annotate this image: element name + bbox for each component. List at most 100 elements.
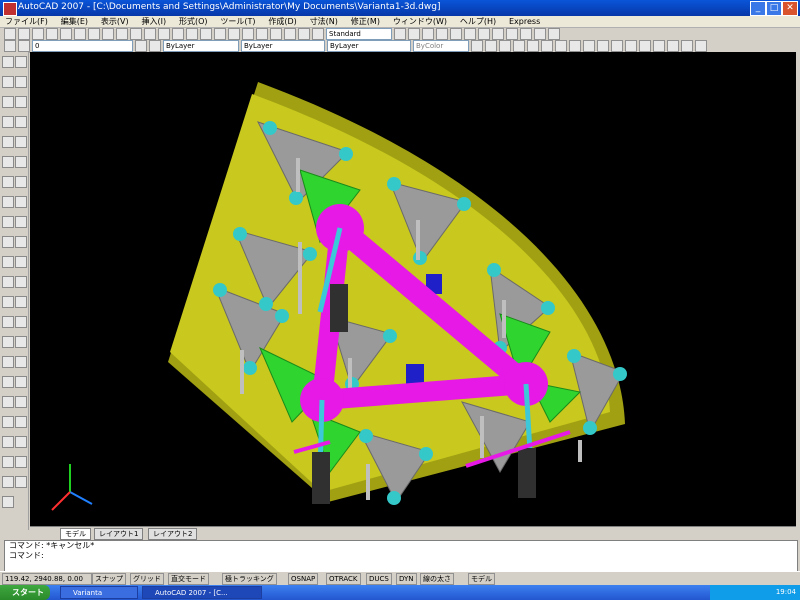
- properties-icon[interactable]: [228, 28, 240, 40]
- menu-dimension[interactable]: 寸法(N): [305, 16, 343, 27]
- view-back-icon[interactable]: [492, 28, 504, 40]
- pan-icon[interactable]: [172, 28, 184, 40]
- list-icon[interactable]: [2, 436, 14, 448]
- zoom-window-icon[interactable]: [200, 28, 212, 40]
- ellipse-icon[interactable]: [15, 136, 27, 148]
- line-icon[interactable]: [2, 56, 14, 68]
- undo-icon[interactable]: [144, 28, 156, 40]
- sheet-set-icon[interactable]: [270, 28, 282, 40]
- multiline-text-icon[interactable]: [2, 236, 14, 248]
- menu-tools[interactable]: ツール(T): [215, 16, 260, 27]
- ucs-previous-icon[interactable]: [499, 40, 511, 52]
- view-front-icon[interactable]: [478, 28, 490, 40]
- hatch-icon[interactable]: [2, 196, 14, 208]
- table-icon[interactable]: [15, 216, 27, 228]
- stretch-icon[interactable]: [15, 316, 27, 328]
- layer-previous-icon[interactable]: [149, 40, 161, 52]
- menu-file[interactable]: ファイル(F): [0, 16, 53, 27]
- area-icon[interactable]: [15, 416, 27, 428]
- print-icon[interactable]: [46, 28, 58, 40]
- circle-icon[interactable]: [2, 116, 14, 128]
- array-icon[interactable]: [15, 276, 27, 288]
- close-button[interactable]: ✕: [782, 1, 798, 16]
- design-center-icon[interactable]: [242, 28, 254, 40]
- status-dyn[interactable]: DYN: [396, 573, 417, 585]
- scale-icon[interactable]: [2, 316, 14, 328]
- dimension-style-icon[interactable]: [394, 28, 406, 40]
- ucs-y-icon[interactable]: [611, 40, 623, 52]
- arc-icon[interactable]: [15, 96, 27, 108]
- view-nw-iso-icon[interactable]: [548, 28, 560, 40]
- view-sw-iso-icon[interactable]: [506, 28, 518, 40]
- drawing-viewport[interactable]: [30, 52, 796, 526]
- layer-dropdown[interactable]: 0: [32, 40, 133, 52]
- view-se-iso-icon[interactable]: [520, 28, 532, 40]
- insert-block-icon[interactable]: [15, 156, 27, 168]
- move-icon[interactable]: [2, 296, 14, 308]
- tab-layout2[interactable]: レイアウト2: [148, 528, 198, 540]
- status-osnap[interactable]: OSNAP: [288, 573, 319, 585]
- ucs-origin-icon[interactable]: [555, 40, 567, 52]
- table-style-icon[interactable]: [408, 28, 420, 40]
- shade-2d-icon[interactable]: [639, 40, 651, 52]
- ucs-3point-icon[interactable]: [583, 40, 595, 52]
- lineweight-dropdown[interactable]: ByLayer: [327, 40, 411, 52]
- tool-palettes-icon[interactable]: [256, 28, 268, 40]
- trim-icon[interactable]: [2, 336, 14, 348]
- dim-linear-icon[interactable]: [2, 476, 14, 488]
- break-at-point-icon[interactable]: [2, 356, 14, 368]
- match-properties-icon[interactable]: [130, 28, 142, 40]
- calculator-icon[interactable]: [298, 28, 310, 40]
- autocad-app-icon[interactable]: [3, 2, 17, 16]
- ucs-view-icon[interactable]: [541, 40, 553, 52]
- menu-help[interactable]: ヘルプ(H): [455, 16, 501, 27]
- linetype-dropdown[interactable]: ByLayer: [241, 40, 325, 52]
- minimize-button[interactable]: _: [750, 1, 766, 16]
- region-icon[interactable]: [2, 216, 14, 228]
- shade-flat-icon[interactable]: [681, 40, 693, 52]
- paste-icon[interactable]: [116, 28, 128, 40]
- help-icon[interactable]: [312, 28, 324, 40]
- break-icon[interactable]: [15, 356, 27, 368]
- view-ne-iso-icon[interactable]: [534, 28, 546, 40]
- dim-aligned-icon[interactable]: [15, 476, 27, 488]
- make-block-icon[interactable]: [2, 176, 14, 188]
- command-prompt[interactable]: コマンド:: [5, 551, 797, 561]
- taskbar-item-autocad[interactable]: AutoCAD 2007 - [C...: [142, 586, 262, 599]
- rectangle-icon[interactable]: [2, 96, 14, 108]
- menu-window[interactable]: ウィンドウ(W): [388, 16, 452, 27]
- rotate-icon[interactable]: [15, 296, 27, 308]
- menu-modify[interactable]: 修正(M): [346, 16, 385, 27]
- print-preview-icon[interactable]: [60, 28, 72, 40]
- menu-format[interactable]: 形式(O): [174, 16, 213, 27]
- cut-icon[interactable]: [88, 28, 100, 40]
- view-right-icon[interactable]: [464, 28, 476, 40]
- polyline-icon[interactable]: [2, 76, 14, 88]
- polygon-icon[interactable]: [15, 76, 27, 88]
- extend-icon[interactable]: [15, 336, 27, 348]
- open-icon[interactable]: [18, 28, 30, 40]
- tab-model[interactable]: モデル: [60, 528, 91, 540]
- view-left-icon[interactable]: [450, 28, 462, 40]
- join-icon[interactable]: [2, 376, 14, 388]
- ucs-zaxis-icon[interactable]: [569, 40, 581, 52]
- revision-cloud-icon[interactable]: [15, 116, 27, 128]
- menu-draw[interactable]: 作成(D): [263, 16, 301, 27]
- id-icon[interactable]: [15, 436, 27, 448]
- status-snap[interactable]: スナップ: [92, 573, 126, 585]
- point-icon[interactable]: [15, 176, 27, 188]
- tab-layout1[interactable]: レイアウト1: [94, 528, 144, 540]
- maximize-button[interactable]: □: [766, 1, 782, 16]
- offset-icon[interactable]: [2, 276, 14, 288]
- status-ortho[interactable]: 直交モード: [168, 573, 209, 585]
- construction-line-icon[interactable]: [15, 56, 27, 68]
- explode-icon[interactable]: [15, 396, 27, 408]
- status-model[interactable]: モデル: [468, 573, 495, 585]
- ucs-world-icon[interactable]: [485, 40, 497, 52]
- copy-icon[interactable]: [102, 28, 114, 40]
- shade-hidden-icon[interactable]: [667, 40, 679, 52]
- start-button[interactable]: スタート: [0, 585, 50, 600]
- status-grid[interactable]: グリッド: [130, 573, 164, 585]
- menu-express[interactable]: Express: [504, 16, 545, 27]
- gradient-icon[interactable]: [15, 196, 27, 208]
